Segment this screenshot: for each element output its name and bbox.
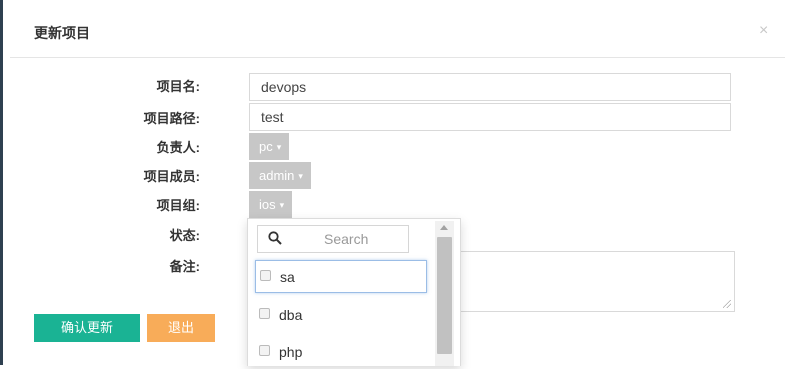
label-project-name: 项目名: (156, 79, 200, 94)
dropdown-option-php[interactable]: php (255, 336, 427, 369)
option-label: dba (279, 307, 303, 323)
search-icon (268, 231, 282, 245)
scrollbar-thumb[interactable] (437, 237, 452, 354)
exit-button[interactable]: 退出 (147, 314, 215, 342)
scroll-up-arrow-icon[interactable] (440, 225, 448, 230)
label-status: 状态: (169, 228, 200, 243)
checkbox-icon[interactable] (259, 345, 270, 356)
members-dropdown[interactable]: admin ▾ (249, 162, 311, 189)
dropdown-scrollbar[interactable] (435, 221, 454, 366)
members-dropdown-value: admin (259, 168, 295, 183)
modal-title: 更新项目 (34, 25, 90, 41)
label-remark: 备注: (169, 259, 200, 274)
header-divider (10, 57, 785, 58)
project-path-input[interactable]: test (249, 103, 731, 131)
search-placeholder: Search (324, 231, 369, 247)
confirm-update-button[interactable]: 确认更新 (34, 314, 140, 342)
dropdown-search-input[interactable]: Search (257, 225, 409, 253)
label-project-path: 项目路径: (143, 111, 200, 126)
group-dropdown-menu: Search sa dba php (247, 218, 461, 366)
resize-grip-icon[interactable] (723, 300, 731, 308)
caret-down-icon: ▾ (279, 200, 285, 211)
label-members: 项目成员: (143, 169, 200, 184)
dropdown-option-dba[interactable]: dba (255, 299, 427, 332)
owner-dropdown[interactable]: pc ▾ (249, 133, 290, 160)
group-dropdown-value: ios (259, 197, 276, 212)
project-name-input[interactable]: devops (249, 73, 731, 101)
dropdown-option-sa[interactable]: sa (255, 260, 427, 293)
checkbox-icon[interactable] (259, 308, 270, 319)
option-label: php (279, 344, 303, 360)
caret-down-icon: ▾ (276, 142, 282, 153)
caret-down-icon: ▾ (298, 171, 303, 182)
group-dropdown[interactable]: ios ▾ (249, 191, 293, 218)
label-owner: 负责人: (156, 140, 200, 155)
close-icon[interactable]: × (759, 23, 768, 39)
label-group: 项目组: (156, 198, 200, 213)
option-label: sa (280, 269, 295, 285)
owner-dropdown-value: pc (259, 139, 273, 154)
checkbox-icon[interactable] (260, 270, 271, 281)
